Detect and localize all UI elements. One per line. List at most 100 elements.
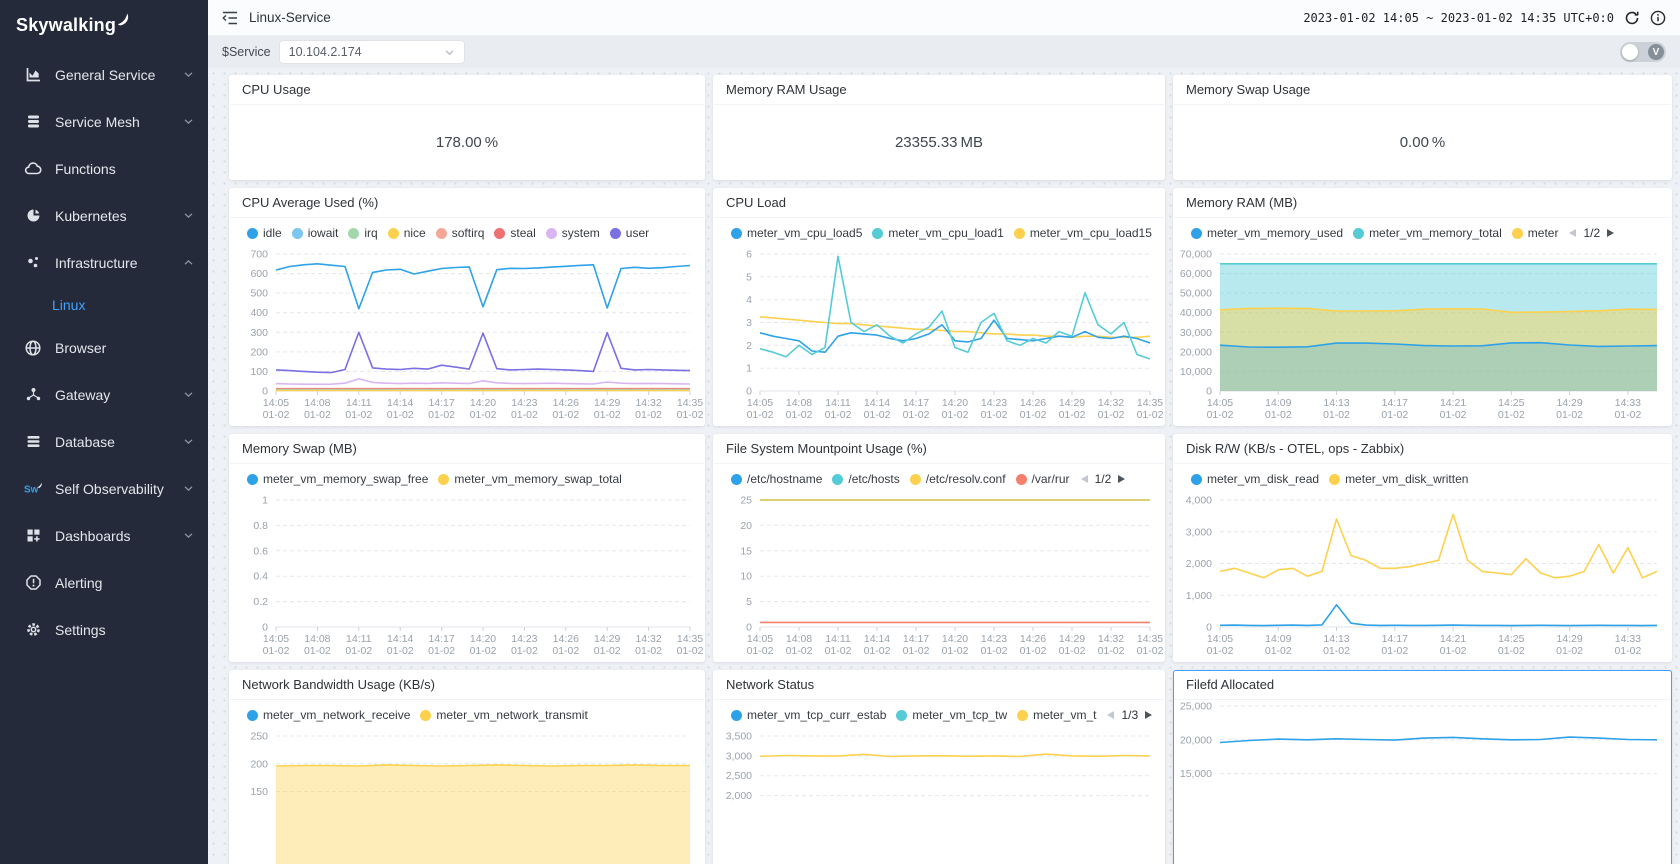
- legend-dot: [436, 228, 447, 239]
- sidebar-item-infrastructure[interactable]: Infrastructure: [0, 239, 208, 286]
- widget-network-bandwidth[interactable]: Network Bandwidth Usage (KB/s) meter_vm_…: [229, 670, 705, 864]
- line-chart[interactable]: 252015105014:0501-0214:0801-0214:1101-02…: [714, 494, 1164, 661]
- legend-item--etc-resolv-conf[interactable]: /etc/resolv.conf: [910, 472, 1006, 486]
- line-chart[interactable]: 700600500400300200100014:0501-0214:0801-…: [230, 248, 704, 425]
- legend-item-meter-vm-t[interactable]: meter_vm_t: [1017, 708, 1096, 722]
- line-chart[interactable]: 3,5003,0002,5002,000: [714, 730, 1164, 864]
- widget-memory-swap-usage[interactable]: Memory Swap Usage 0.00%: [1173, 75, 1672, 180]
- sidebar-item-self-observability[interactable]: SwSelf Observability: [0, 465, 208, 512]
- legend-next-icon[interactable]: [1117, 474, 1126, 484]
- service-select[interactable]: 10.104.2.174: [279, 40, 465, 64]
- info-icon[interactable]: [1650, 10, 1666, 26]
- widget-filesystem-usage[interactable]: File System Mountpoint Usage (%) /etc/ho…: [713, 434, 1165, 662]
- view-mode-toggle[interactable]: V: [1620, 42, 1666, 62]
- legend-item-idle[interactable]: idle: [247, 226, 282, 240]
- legend-item-meter[interactable]: meter: [1512, 226, 1559, 240]
- legend-item-meter-vm-network-transmit[interactable]: meter_vm_network_transmit: [420, 708, 587, 722]
- legend-prev-icon[interactable]: [1106, 710, 1115, 720]
- svg-text:0: 0: [746, 386, 752, 398]
- sidebar-item-settings[interactable]: Settings: [0, 606, 208, 653]
- app-logo[interactable]: Skywalking: [0, 0, 208, 51]
- legend-item-meter-vm-cpu-load1[interactable]: meter_vm_cpu_load1: [872, 226, 1003, 240]
- area-chart[interactable]: 250200150: [230, 730, 704, 864]
- legend-pager: 1/3: [1106, 708, 1153, 722]
- topbar-right: 2023-01-02 14:05 ~ 2023-01-02 14:35 UTC+…: [1303, 10, 1666, 26]
- svg-text:14:17: 14:17: [903, 397, 929, 409]
- refresh-icon[interactable]: [1624, 10, 1640, 26]
- time-range-picker[interactable]: 2023-01-02 14:05 ~ 2023-01-02 14:35 UTC+…: [1303, 11, 1614, 25]
- legend-item-meter-vm-memory-swap-total[interactable]: meter_vm_memory_swap_total: [438, 472, 621, 486]
- line-chart[interactable]: 25,00020,00015,000: [1174, 700, 1671, 864]
- svg-text:14:17: 14:17: [1382, 397, 1408, 409]
- widget-network-status[interactable]: Network Status meter_vm_tcp_curr_estabme…: [713, 670, 1165, 864]
- legend-item-irq[interactable]: irq: [348, 226, 377, 240]
- legend-item-iowait[interactable]: iowait: [292, 226, 339, 240]
- legend-item-user[interactable]: user: [610, 226, 649, 240]
- widget-cpu-load[interactable]: CPU Load meter_vm_cpu_load5meter_vm_cpu_…: [713, 188, 1165, 426]
- legend-dot: [610, 228, 621, 239]
- sidebar-item-kubernetes[interactable]: Kubernetes: [0, 192, 208, 239]
- widget-title: Disk R/W (KB/s - OTEL, ops - Zabbix): [1174, 435, 1671, 464]
- svg-text:0: 0: [262, 622, 268, 634]
- legend-item-meter-vm-tcp-curr-estab[interactable]: meter_vm_tcp_curr_estab: [731, 708, 886, 722]
- line-chart[interactable]: 4,0003,0002,0001,000014:0501-0214:0901-0…: [1174, 494, 1671, 661]
- svg-text:01-02: 01-02: [1381, 409, 1408, 421]
- widget-cpu-average-used[interactable]: CPU Average Used (%) idleiowaitirqniceso…: [229, 188, 705, 426]
- widget-cpu-usage[interactable]: CPU Usage 178.00%: [229, 75, 705, 180]
- legend-dot: [388, 228, 399, 239]
- legend-dot: [292, 228, 303, 239]
- line-chart[interactable]: 654321014:0501-0214:0801-0214:1101-0214:…: [714, 248, 1164, 425]
- legend-item-softirq[interactable]: softirq: [436, 226, 485, 240]
- legend-item-meter-vm-network-receive[interactable]: meter_vm_network_receive: [247, 708, 410, 722]
- widget-disk-rw[interactable]: Disk R/W (KB/s - OTEL, ops - Zabbix) met…: [1173, 434, 1672, 662]
- svg-text:14:05: 14:05: [263, 397, 289, 409]
- sidebar-collapse-icon[interactable]: [222, 11, 238, 25]
- legend-item-meter-vm-memory-swap-free[interactable]: meter_vm_memory_swap_free: [247, 472, 428, 486]
- legend-prev-icon[interactable]: [1080, 474, 1089, 484]
- widget-filefd-allocated[interactable]: Filefd Allocated 25,00020,00015,000: [1173, 670, 1672, 864]
- legend-item--var-rur[interactable]: /var/rur: [1016, 472, 1070, 486]
- svg-text:14:17: 14:17: [903, 633, 929, 645]
- sidebar-item-general-service[interactable]: General Service: [0, 51, 208, 98]
- legend-next-icon[interactable]: [1606, 228, 1615, 238]
- legend-item--etc-hosts[interactable]: /etc/hosts: [832, 472, 899, 486]
- svg-text:14:14: 14:14: [387, 397, 413, 409]
- legend-item-meter-vm-cpu-load5[interactable]: meter_vm_cpu_load5: [731, 226, 862, 240]
- legend-item-meter-vm-tcp-tw[interactable]: meter_vm_tcp_tw: [896, 708, 1007, 722]
- legend-item-steal[interactable]: steal: [494, 226, 535, 240]
- widget-memory-ram[interactable]: Memory RAM (MB) meter_vm_memory_usedmete…: [1173, 188, 1672, 426]
- legend-next-icon[interactable]: [1144, 710, 1153, 720]
- sidebar-item-database[interactable]: Database: [0, 418, 208, 465]
- sidebar-item-functions[interactable]: Functions: [0, 145, 208, 192]
- sidebar-item-alerting[interactable]: Alerting: [0, 559, 208, 606]
- area-chart[interactable]: 70,00060,00050,00040,00030,00020,00010,0…: [1174, 248, 1671, 425]
- svg-text:2: 2: [746, 340, 752, 352]
- svg-text:14:20: 14:20: [942, 633, 968, 645]
- chart-legend: meter_vm_cpu_load5 meter_vm_cpu_load1 mete…: [714, 218, 1164, 248]
- legend-item-meter-vm-cpu-load15[interactable]: meter_vm_cpu_load15: [1014, 226, 1152, 240]
- widget-memory-ram-usage[interactable]: Memory RAM Usage 23355.33MB: [713, 75, 1165, 180]
- svg-text:01-02: 01-02: [747, 409, 774, 421]
- sidebar-item-service-mesh[interactable]: Service Mesh: [0, 98, 208, 145]
- legend-item-nice[interactable]: nice: [388, 226, 426, 240]
- sidebar-subitem-linux[interactable]: Linux: [0, 286, 208, 324]
- legend-item-meter-vm-disk-written[interactable]: meter_vm_disk_written: [1329, 472, 1468, 486]
- sidebar-item-browser[interactable]: Browser: [0, 324, 208, 371]
- chevron-up-icon: [183, 255, 194, 271]
- sidebar-item-dashboards[interactable]: Dashboards: [0, 512, 208, 559]
- line-chart[interactable]: 10.80.60.40.2014:0501-0214:0801-0214:110…: [230, 494, 704, 661]
- legend-item-meter-vm-disk-read[interactable]: meter_vm_disk_read: [1191, 472, 1319, 486]
- widget-memory-swap[interactable]: Memory Swap (MB) meter_vm_memory_swap_fr…: [229, 434, 705, 662]
- svg-text:14:17: 14:17: [1382, 633, 1408, 645]
- svg-text:14:21: 14:21: [1440, 633, 1466, 645]
- legend-item-system[interactable]: system: [546, 226, 600, 240]
- svg-text:01-02: 01-02: [387, 409, 414, 421]
- top-header: Linux-Service 2023-01-02 14:05 ~ 2023-01…: [208, 0, 1680, 36]
- legend-item-meter-vm-memory-total[interactable]: meter_vm_memory_total: [1353, 226, 1502, 240]
- sidebar-item-gateway[interactable]: Gateway: [0, 371, 208, 418]
- legend-item--etc-hostname[interactable]: /etc/hostname: [731, 472, 822, 486]
- chart-legend: meter_vm_memory_used meter_vm_memory_tota…: [1174, 218, 1671, 248]
- legend-prev-icon[interactable]: [1568, 228, 1577, 238]
- legend-dot: [1014, 228, 1025, 239]
- legend-item-meter-vm-memory-used[interactable]: meter_vm_memory_used: [1191, 226, 1343, 240]
